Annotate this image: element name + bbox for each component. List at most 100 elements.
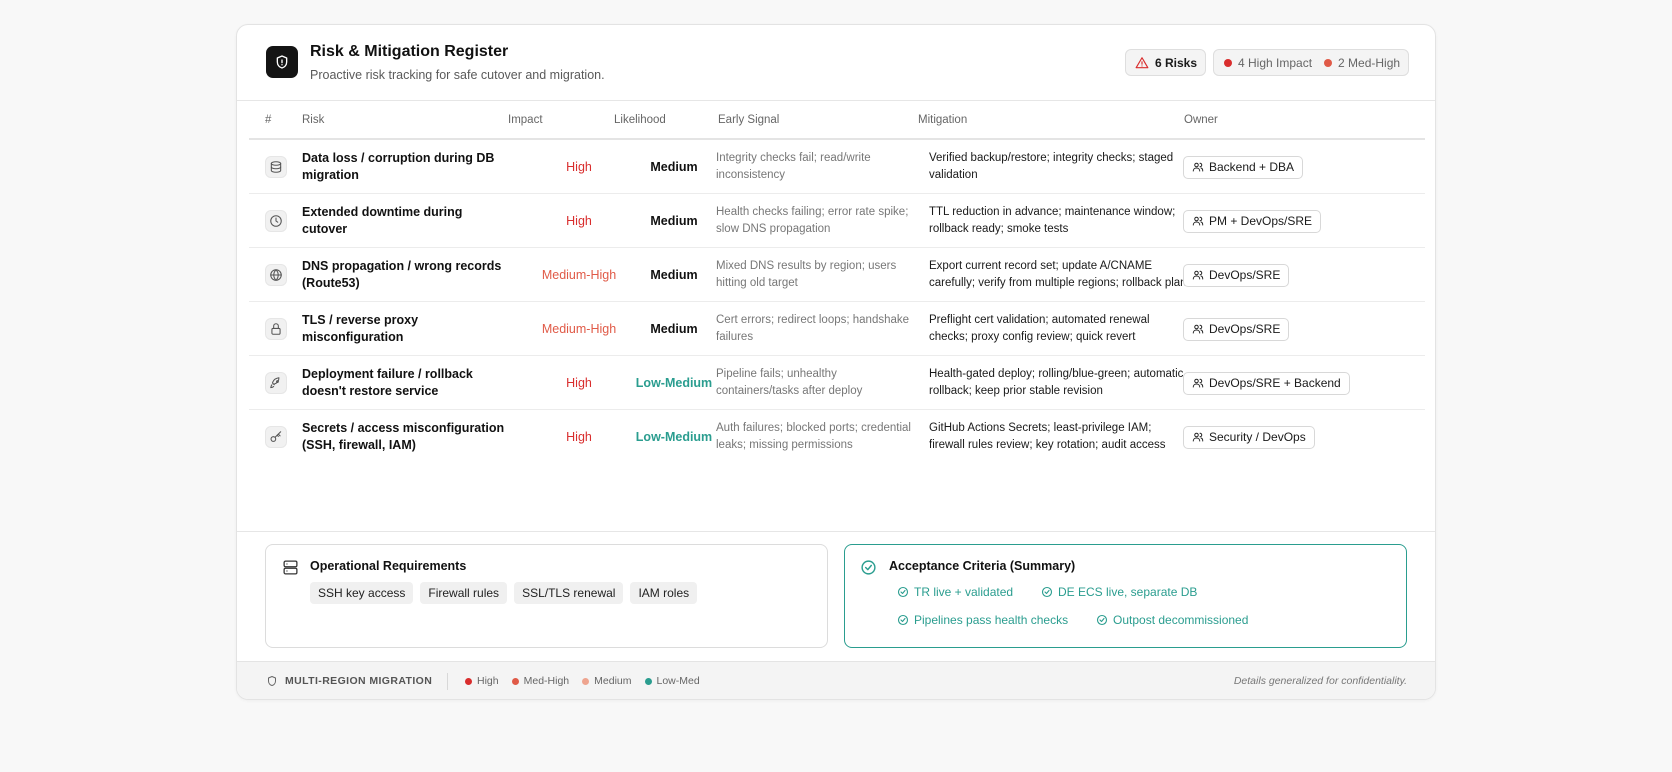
impact-value: High [566, 430, 592, 444]
chip-ssh: SSH key access [310, 582, 414, 604]
rocket-icon [265, 372, 287, 394]
high-impact-label: 4 High Impact [1238, 55, 1313, 70]
mitigation: GitHub Actions Secrets; least-privilege … [929, 422, 1166, 451]
risk-name: Deployment failure / rollback doesn't re… [302, 367, 473, 398]
col-likelihood: Likelihood [614, 114, 666, 126]
footer-divider [447, 673, 448, 690]
owner-cell: Security / DevOps [1183, 410, 1315, 464]
legend-high: High [465, 675, 499, 687]
table-row: Extended downtime during cutover High Medi… [249, 194, 1425, 248]
mitigation: Export current record set; update A/CNAM… [929, 260, 1187, 289]
owner-label: Security / DevOps [1209, 430, 1306, 444]
impact-value: High [566, 214, 592, 228]
clock-icon [265, 210, 287, 232]
col-mitigation: Mitigation [918, 114, 968, 126]
table-row: Deployment failure / rollback doesn't re… [249, 356, 1425, 410]
users-icon [1192, 378, 1204, 388]
table-header: # Risk Impact Likelihood Early Signal Mi… [249, 101, 1425, 140]
likelihood-value: Low-Medium [635, 376, 713, 390]
col-early-signal: Early Signal [718, 114, 780, 126]
footer: MULTI-REGION MIGRATION High Med-High Med… [237, 661, 1435, 699]
lock-icon [265, 318, 287, 340]
legend-med-high: Med-High [511, 675, 569, 687]
impact-value: High [566, 376, 592, 390]
acceptance-title: Acceptance Criteria (Summary) [889, 559, 1076, 573]
acceptance-criteria-panel: Acceptance Criteria (Summary) TR live + … [844, 544, 1407, 648]
owner-label: Backend + DBA [1209, 160, 1295, 174]
mitigation: Health-gated deploy; rolling/blue-green;… [929, 368, 1184, 397]
chip-firewall: Firewall rules [420, 582, 508, 604]
owner-cell: DevOps/SRE [1183, 248, 1290, 302]
owner-label: DevOps/SRE [1209, 268, 1281, 282]
med-high-dot [1324, 58, 1333, 67]
acceptance-text: TR live + validated [914, 585, 1014, 599]
risk-count-label: 6 Risks [1155, 55, 1198, 70]
users-icon [1192, 432, 1204, 442]
check-circle-icon [1041, 586, 1053, 598]
col-number: # [265, 114, 272, 126]
high-dot [1224, 58, 1232, 67]
likelihood-value: Medium [650, 322, 698, 336]
users-icon [1192, 162, 1204, 172]
risk-register-card: Risk & Mitigation Register Proactive ris… [236, 24, 1436, 700]
early-signal: Health checks failing; error rate spike;… [716, 206, 909, 235]
table-row: TLS / reverse proxy misconfiguration Medi… [249, 302, 1425, 356]
operational-chips: SSH key access Firewall rules SSL/TLS re… [310, 582, 698, 604]
early-signal: Cert errors; redirect loops; handshake f… [716, 314, 910, 343]
early-signal: Auth failures; blocked ports; credential… [716, 422, 911, 451]
legend-low-med: Low-Med [644, 675, 700, 687]
early-signal: Pipeline fails; unhealthy containers/tas… [716, 368, 863, 397]
owner-badge: Backend + DBA [1183, 155, 1304, 179]
owner-cell: PM + DevOps/SRE [1183, 194, 1322, 248]
owner-badge: Security / DevOps [1183, 425, 1315, 449]
shield-alert-icon [266, 46, 298, 78]
footer-label: MULTI-REGION MIGRATION [285, 675, 433, 687]
acceptance-text: DE ECS live, separate DB [1058, 585, 1198, 599]
table-row: Data loss / corruption during DB migrati… [249, 140, 1425, 194]
page-title: Risk & Mitigation Register [310, 43, 509, 60]
users-icon [1192, 270, 1204, 280]
chip-iam: IAM roles [630, 582, 698, 604]
confidentiality-note: Details generalized for confidentiality. [1233, 675, 1407, 687]
legend-medium: Medium [582, 675, 632, 687]
early-signal: Integrity checks fail; read/write incons… [716, 152, 871, 181]
mitigation: Verified backup/restore; integrity check… [929, 152, 1174, 181]
server-icon [282, 559, 299, 581]
risk-name: Secrets / access misconfiguration (SSH, … [302, 421, 505, 452]
chip-ssl: SSL/TLS renewal [514, 582, 624, 604]
operational-title: Operational Requirements [310, 559, 467, 573]
owner-label: DevOps/SRE + Backend [1209, 376, 1341, 390]
col-risk: Risk [302, 114, 325, 126]
table-row: Secrets / access misconfiguration (SSH, … [249, 410, 1425, 464]
shield-icon [268, 676, 276, 686]
impact-value: High [566, 160, 592, 174]
database-icon [265, 156, 287, 178]
mitigation: TTL reduction in advance; maintenance wi… [929, 206, 1176, 235]
check-circle-icon [897, 586, 909, 598]
section-divider [237, 531, 1435, 532]
check-circle-icon [1096, 614, 1108, 626]
owner-badge: DevOps/SRE [1183, 263, 1290, 287]
owner-badge: DevOps/SRE + Backend [1183, 371, 1350, 395]
likelihood-value: Medium [650, 214, 698, 228]
acceptance-text: Pipelines pass health checks [914, 613, 1069, 627]
likelihood-value: Medium [650, 160, 698, 174]
header: Risk & Mitigation Register Proactive ris… [237, 25, 1435, 101]
owner-badge: PM + DevOps/SRE [1183, 209, 1322, 233]
owner-label: DevOps/SRE [1209, 322, 1281, 336]
owner-label: PM + DevOps/SRE [1209, 214, 1313, 228]
impact-value: Medium-High [541, 322, 617, 336]
mitigation: Preflight cert validation; automated ren… [929, 314, 1150, 343]
check-circle-icon [897, 614, 909, 626]
acceptance-item: Pipelines pass health checks [897, 613, 1068, 627]
col-impact: Impact [508, 114, 543, 126]
risk-name: TLS / reverse proxy misconfiguration [302, 313, 419, 344]
risk-name: Extended downtime during cutover [302, 205, 463, 236]
likelihood-value: Low-Medium [635, 430, 713, 444]
users-icon [1192, 324, 1204, 334]
page-subtitle: Proactive risk tracking for safe cutover… [310, 68, 605, 82]
med-high-label: 2 Med-High [1338, 55, 1401, 70]
table-row: DNS propagation / wrong records (Route53… [249, 248, 1425, 302]
key-icon [265, 426, 287, 448]
impact-summary-badge: 4 High Impact 2 Med-High [1213, 49, 1409, 76]
